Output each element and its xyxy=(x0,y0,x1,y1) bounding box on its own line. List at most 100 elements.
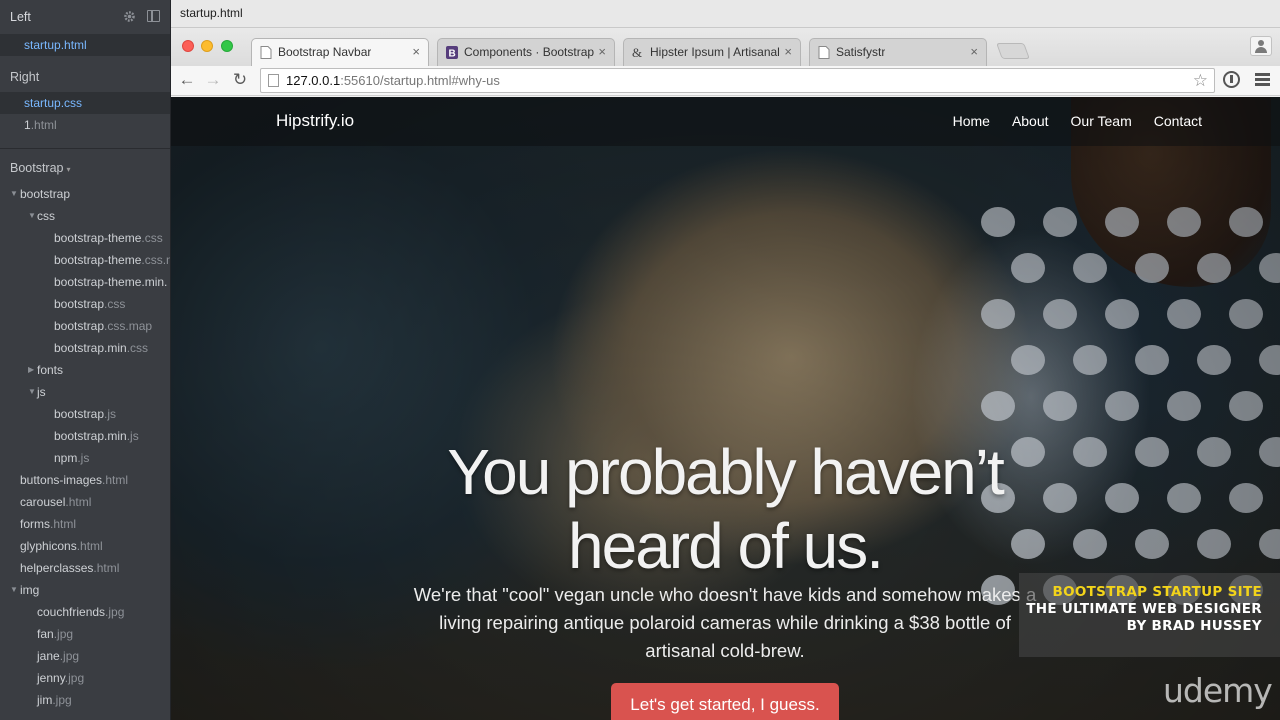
bookmark-star-icon[interactable]: ☆ xyxy=(1193,69,1208,92)
page-icon xyxy=(818,46,830,59)
close-tab-icon[interactable]: × xyxy=(598,39,606,65)
tree-file[interactable]: helperclasses.html xyxy=(0,557,170,579)
nav-link[interactable]: Contact xyxy=(1154,113,1202,129)
tree-file[interactable]: carousel.html xyxy=(0,491,170,513)
watermark-line: THE ULTIMATE WEB DESIGNER xyxy=(1026,601,1262,617)
hero-headline-line: heard of us. xyxy=(568,510,884,582)
open-file-item[interactable]: startup.html xyxy=(0,34,170,56)
tree-folder[interactable]: ▼ js xyxy=(0,381,170,403)
url-path: :55610/startup.html#why-us xyxy=(340,73,500,88)
split-view-icon[interactable] xyxy=(147,10,160,22)
extension-icon[interactable] xyxy=(1223,71,1240,88)
disclosure-open-icon[interactable]: ▼ xyxy=(28,381,36,403)
close-tab-icon[interactable]: × xyxy=(970,39,978,65)
tree-item-name: css xyxy=(37,209,55,223)
cta-button[interactable]: Let's get started, I guess. xyxy=(611,683,839,720)
tree-folder[interactable]: ▼ bootstrap xyxy=(0,183,170,205)
tree-file[interactable]: bootstrap.min.js xyxy=(0,425,170,447)
tree-file[interactable]: glyphicons.html xyxy=(0,535,170,557)
tree-item-extension: .css.map xyxy=(104,319,153,333)
file-name: 1 xyxy=(24,118,31,132)
tree-item-extension: .jpg xyxy=(64,671,85,685)
tree-file[interactable]: bootstrap-theme.min. xyxy=(0,271,170,293)
browser-tab[interactable]: & Hipster Ipsum | Artisanal fil × xyxy=(623,38,801,66)
file-extension: .html xyxy=(60,38,87,52)
nav-links: Home About Our Team Contact xyxy=(931,113,1202,129)
tree-file[interactable]: bootstrap.min.css xyxy=(0,337,170,359)
forward-arrow-icon[interactable]: → xyxy=(203,70,223,90)
tree-item-name: jane xyxy=(37,649,60,663)
udemy-logo: udemy xyxy=(1163,671,1273,710)
tree-file[interactable]: buttons-images.html xyxy=(0,469,170,491)
close-window-button[interactable] xyxy=(182,40,194,52)
bootstrap-icon: B xyxy=(446,46,458,59)
disclosure-open-icon[interactable]: ▼ xyxy=(28,205,36,227)
open-file-item[interactable]: 1.html xyxy=(0,114,170,136)
close-tab-icon[interactable]: × xyxy=(412,39,420,65)
tree-folder[interactable]: ▼ css xyxy=(0,205,170,227)
svg-text:&: & xyxy=(632,46,642,59)
disclosure-open-icon[interactable]: ▼ xyxy=(10,579,18,601)
tree-file[interactable]: jenny.jpg xyxy=(0,667,170,689)
browser-tab-title: Components · Bootstrap xyxy=(464,45,594,59)
profile-icon[interactable] xyxy=(1250,36,1272,56)
project-selector[interactable]: Bootstrap ▾ xyxy=(0,153,170,183)
browser-tab[interactable]: Bootstrap Navbar × xyxy=(251,38,429,66)
tree-item-name: buttons-images xyxy=(20,473,103,487)
tree-file[interactable]: couchfriends.jpg xyxy=(0,601,170,623)
file-name: startup xyxy=(24,38,61,52)
browser-tab-title: Hipster Ipsum | Artisanal fil xyxy=(650,45,780,59)
watermark-line: BOOTSTRAP STARTUP SITE xyxy=(1052,584,1262,600)
browser-tab[interactable]: B Components · Bootstrap × xyxy=(437,38,615,66)
tree-file[interactable]: fan.jpg xyxy=(0,623,170,645)
editor-file-tab[interactable]: startup.html xyxy=(180,6,243,20)
tree-item-name: js xyxy=(37,385,46,399)
tree-file[interactable]: forms.html xyxy=(0,513,170,535)
maximize-window-button[interactable] xyxy=(221,40,233,52)
watermark-line: BY BRAD HUSSEY xyxy=(1126,618,1262,634)
tree-file[interactable]: bootstrap-theme.css xyxy=(0,227,170,249)
nav-link[interactable]: Home xyxy=(953,113,990,129)
back-arrow-icon[interactable]: ← xyxy=(177,70,197,90)
tree-folder[interactable]: ▶ fonts xyxy=(0,359,170,381)
tree-file[interactable]: bootstrap.css xyxy=(0,293,170,315)
tree-file[interactable]: jane.jpg xyxy=(0,645,170,667)
browser-tab-title: Bootstrap Navbar xyxy=(278,45,372,59)
page-icon xyxy=(268,74,279,87)
tree-item-name: bootstrap-theme xyxy=(54,231,142,245)
address-bar[interactable]: 127.0.0.1:55610/startup.html#why-us ☆ xyxy=(260,68,1215,93)
disclosure-open-icon[interactable]: ▼ xyxy=(10,183,18,205)
disclosure-closed-icon[interactable]: ▶ xyxy=(28,359,34,381)
tree-file[interactable]: bootstrap.js xyxy=(0,403,170,425)
url-host: 127.0.0.1 xyxy=(286,73,341,88)
tree-item-name: fonts xyxy=(37,363,64,377)
tree-item-name: bootstrap xyxy=(54,407,105,421)
tree-file[interactable]: bootstrap-theme.css.m xyxy=(0,249,170,271)
tree-item-name: carousel xyxy=(20,495,66,509)
browser-tab-strip: Bootstrap Navbar × B Components · Bootstrap… xyxy=(171,28,1280,66)
close-tab-icon[interactable]: × xyxy=(784,39,792,65)
tree-file[interactable]: bootstrap.css.map xyxy=(0,315,170,337)
tree-file[interactable]: jim.jpg xyxy=(0,689,170,711)
tree-folder[interactable]: ▼ img xyxy=(0,579,170,601)
nav-link[interactable]: About xyxy=(1012,113,1049,129)
tree-item-name: fan xyxy=(37,627,54,641)
site-navbar: Hipstrify.io Home About Our Team Contact xyxy=(171,97,1280,146)
page-viewport: Hipstrify.io Home About Our Team Contact Yo… xyxy=(171,97,1280,720)
tree-item-extension: .css xyxy=(126,341,149,355)
site-brand[interactable]: Hipstrify.io xyxy=(276,111,354,131)
reload-icon[interactable]: ↻ xyxy=(230,70,250,90)
minimize-window-button[interactable] xyxy=(201,40,213,52)
browser-tab[interactable]: Satisfystr × xyxy=(809,38,987,66)
tree-item-name: npm xyxy=(54,451,78,465)
nav-link[interactable]: Our Team xyxy=(1071,113,1132,129)
tree-item-name: bootstrap-theme xyxy=(54,253,142,267)
gear-icon[interactable] xyxy=(123,10,136,23)
hero-headline: You probably haven’t heard of us. xyxy=(371,435,1079,583)
new-tab-button[interactable] xyxy=(996,43,1030,59)
open-file-item[interactable]: startup.css xyxy=(0,92,170,114)
tree-item-name: forms xyxy=(20,517,50,531)
left-file-list: startup.html xyxy=(0,34,170,56)
tree-file[interactable]: npm.js xyxy=(0,447,170,469)
menu-icon[interactable] xyxy=(1255,73,1270,87)
